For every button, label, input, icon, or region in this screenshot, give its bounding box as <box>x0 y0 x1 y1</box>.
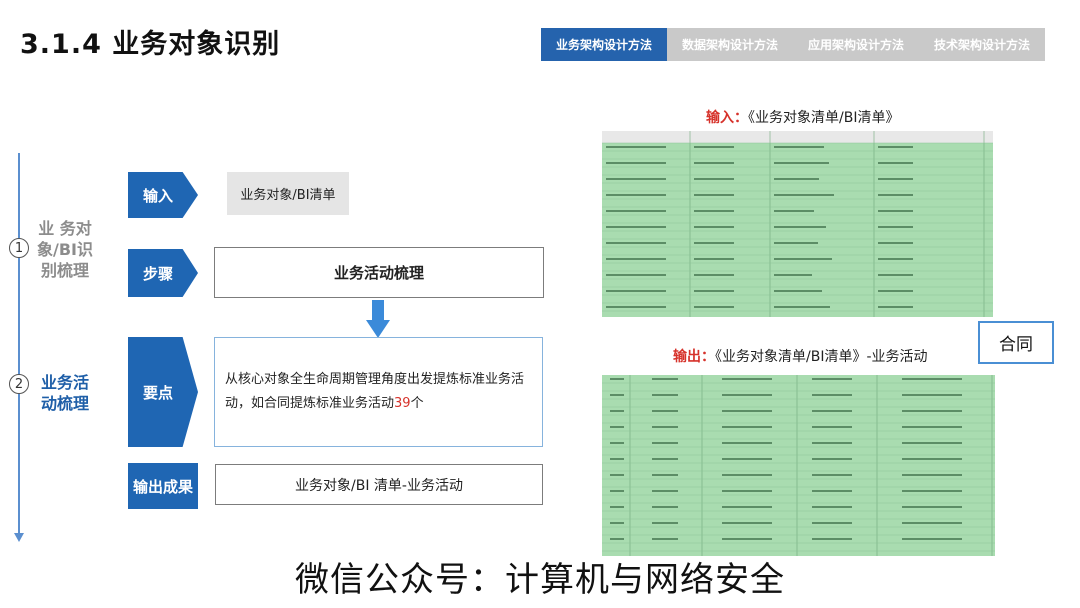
input-caption: 输入：《业务对象清单/BI清单》 <box>706 107 899 127</box>
tab-business-architecture[interactable]: 业务架构设计方法 <box>541 28 667 61</box>
input-caption-text: 《业务对象清单/BI清单》 <box>748 110 900 126</box>
key-points-text-suffix: 个 <box>410 396 424 411</box>
step-value: 业务活动梳理 <box>214 247 544 298</box>
key-points-text-main: 从核心对象全生命周期管理角度出发提炼标准业务活动，如合同提炼标准业务活动 <box>225 372 525 411</box>
key-points-count: 39 <box>394 396 411 411</box>
step-label-2-text: 业务活 动梳理 <box>40 373 89 413</box>
input-label: 输入 <box>128 172 198 218</box>
key-points-label: 要点 <box>128 337 198 447</box>
tab-data-architecture[interactable]: 数据架构设计方法 <box>667 28 793 61</box>
input-value: 业务对象/BI清单 <box>227 172 349 215</box>
step-label-2: 业务活 动梳理 <box>30 372 100 414</box>
key-points-box: 从核心对象全生命周期管理角度出发提炼标准业务活动，如合同提炼标准业务活动39个 <box>214 337 543 447</box>
step-label-1: 业 务对 象/BI识 别梳理 <box>30 218 100 281</box>
tab-technology-architecture[interactable]: 技术架构设计方法 <box>919 28 1045 61</box>
key-points-text: 从核心对象全生命周期管理角度出发提炼标准业务活动，如合同提炼标准业务活动39个 <box>225 368 532 416</box>
input-spreadsheet-image <box>602 131 993 317</box>
input-caption-prefix: 输入： <box>706 110 748 126</box>
timeline-line <box>18 153 20 535</box>
step-label: 步骤 <box>128 249 198 297</box>
output-caption-text: 《业务对象清单/BI清单》-业务活动 <box>715 349 928 365</box>
output-caption-prefix: 输出： <box>673 349 715 365</box>
step-label-1-text: 业 务对 象/BI识 别梳理 <box>37 219 93 280</box>
step-number-1: 1 <box>9 238 29 258</box>
output-spreadsheet-image <box>602 375 995 556</box>
page-title: 3.1.4 业务对象识别 <box>20 29 281 60</box>
footer-watermark: 微信公众号：计算机与网络安全 <box>295 560 785 600</box>
timeline-arrow-icon <box>14 533 24 542</box>
contract-tag: 合同 <box>978 321 1054 364</box>
tab-application-architecture[interactable]: 应用架构设计方法 <box>793 28 919 61</box>
down-arrow-icon <box>366 300 390 338</box>
method-tabs: 业务架构设计方法 数据架构设计方法 应用架构设计方法 技术架构设计方法 <box>541 28 1045 61</box>
output-value: 业务对象/BI 清单-业务活动 <box>215 464 543 505</box>
step-number-2: 2 <box>9 374 29 394</box>
output-label: 输出成果 <box>128 463 198 509</box>
output-caption: 输出：《业务对象清单/BI清单》-业务活动 <box>673 346 928 366</box>
